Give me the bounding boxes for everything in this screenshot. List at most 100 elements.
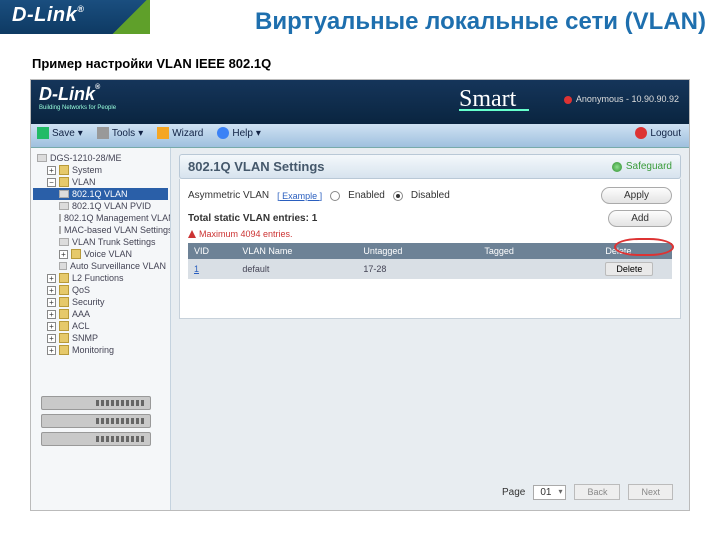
col-delete: Delete — [599, 243, 672, 259]
nav-tree: DGS-1210-28/ME +System −VLAN 802.1Q VLAN… — [31, 148, 171, 510]
vlan-table: VID VLAN Name Untagged Tagged Delete 1 d… — [188, 243, 672, 279]
wrench-icon — [97, 127, 109, 139]
tree-acl[interactable]: +ACL — [33, 320, 168, 332]
safeguard-badge: Safeguard — [612, 161, 672, 172]
page-label: Page — [502, 487, 525, 498]
logout-icon — [635, 127, 647, 139]
apply-button[interactable]: Apply — [601, 187, 672, 204]
menu-logout[interactable]: Logout — [635, 127, 681, 139]
total-entries-label: Total static VLAN entries: 1 — [188, 213, 317, 224]
menu-tools[interactable]: Tools ▾ — [97, 127, 143, 139]
table-row: 1 default 17-28 Delete — [188, 259, 672, 279]
col-vid: VID — [188, 243, 236, 259]
tree-system[interactable]: +System — [33, 164, 168, 176]
panel-header: 802.1Q VLAN Settings Safeguard — [179, 154, 681, 179]
folder-icon — [59, 309, 69, 319]
tree-monitoring[interactable]: +Monitoring — [33, 344, 168, 356]
page-icon — [59, 238, 69, 246]
folder-icon — [71, 249, 81, 259]
menu-help[interactable]: Help ▾ — [217, 127, 261, 139]
folder-icon — [59, 165, 69, 175]
slide-subtitle: Пример настройки VLAN IEEE 802.1Q — [0, 34, 720, 79]
asym-vlan-label: Asymmetric VLAN — [188, 190, 269, 201]
warning-icon — [188, 230, 196, 238]
page-select[interactable]: 01 — [533, 485, 566, 500]
cell-untagged: 17-28 — [357, 259, 478, 279]
expand-icon[interactable]: + — [47, 346, 56, 355]
disabled-label: Disabled — [411, 190, 450, 201]
tree-root[interactable]: DGS-1210-28/ME — [33, 152, 168, 164]
col-untagged: Untagged — [357, 243, 478, 259]
page-icon — [59, 226, 61, 234]
folder-icon — [59, 321, 69, 331]
col-tagged: Tagged — [478, 243, 599, 259]
add-button[interactable]: Add — [608, 210, 672, 227]
pager: Page 01 Back Next — [502, 484, 673, 500]
tree-aaa[interactable]: +AAA — [33, 308, 168, 320]
smart-logo: Smart — [459, 86, 529, 111]
tree-vlan[interactable]: −VLAN — [33, 176, 168, 188]
tree-voice-vlan[interactable]: +Voice VLAN — [33, 248, 168, 260]
tree-8021q-vlan[interactable]: 802.1Q VLAN — [33, 188, 168, 200]
app-header: D-Link® Building Networks for People Sma… — [31, 80, 689, 124]
cell-tagged — [478, 259, 599, 279]
slide-top-band: D-Link® Виртуальные локальные сети (VLAN… — [0, 0, 720, 34]
tree-mac-vlan[interactable]: MAC-based VLAN Settings — [33, 224, 168, 236]
help-icon — [217, 127, 229, 139]
expand-icon[interactable]: + — [47, 322, 56, 331]
folder-icon — [59, 273, 69, 283]
tree-auto-surv[interactable]: Auto Surveillance VLAN — [33, 260, 168, 272]
expand-icon[interactable]: + — [47, 286, 56, 295]
hardware-illustration — [41, 396, 161, 456]
expand-icon[interactable]: + — [47, 274, 56, 283]
page-icon — [59, 214, 61, 222]
folder-icon — [59, 345, 69, 355]
device-icon — [37, 154, 47, 162]
max-entries-note: Maximum 4094 entries. — [188, 229, 672, 239]
folder-icon — [59, 297, 69, 307]
expand-icon[interactable]: + — [47, 310, 56, 319]
menu-save[interactable]: Save ▾ — [37, 127, 83, 139]
folder-icon — [59, 177, 69, 187]
expand-icon[interactable]: + — [47, 166, 56, 175]
cell-vid-link[interactable]: 1 — [188, 259, 236, 279]
radio-enabled[interactable] — [330, 191, 340, 201]
folder-icon — [59, 333, 69, 343]
example-link[interactable]: [ Example ] — [277, 191, 322, 201]
enabled-label: Enabled — [348, 190, 385, 201]
folder-icon — [59, 285, 69, 295]
brand-logo: D-Link® — [12, 4, 84, 27]
next-button[interactable]: Next — [628, 484, 673, 500]
expand-icon[interactable]: + — [47, 298, 56, 307]
menubar: Save ▾ Tools ▾ Wizard Help ▾ L — [31, 124, 689, 148]
delete-button[interactable]: Delete — [605, 262, 653, 276]
app-logo: D-Link® Building Networks for People — [39, 84, 116, 111]
collapse-icon[interactable]: − — [47, 178, 56, 187]
safeguard-icon — [612, 162, 622, 172]
panel-title-text: 802.1Q VLAN Settings — [188, 159, 325, 174]
slide-title: Виртуальные локальные сети (VLAN) — [255, 2, 720, 36]
tree-pvid[interactable]: 802.1Q VLAN PVID — [33, 200, 168, 212]
tree-mgmt-vlan[interactable]: 802.1Q Management VLAN — [33, 212, 168, 224]
tree-snmp[interactable]: +SNMP — [33, 332, 168, 344]
expand-icon[interactable]: + — [47, 334, 56, 343]
tree-security[interactable]: +Security — [33, 296, 168, 308]
tree-l2[interactable]: +L2 Functions — [33, 272, 168, 284]
cell-name: default — [236, 259, 357, 279]
disk-icon — [37, 127, 49, 139]
user-info: Anonymous - 10.90.90.92 — [564, 94, 679, 104]
expand-icon[interactable]: + — [59, 250, 68, 259]
page-icon — [59, 190, 69, 198]
menu-wizard[interactable]: Wizard — [157, 127, 203, 139]
app-window: D-Link® Building Networks for People Sma… — [30, 79, 690, 511]
main-panel: 802.1Q VLAN Settings Safeguard Asymmetri… — [171, 148, 689, 510]
status-dot-icon — [564, 96, 572, 104]
col-name: VLAN Name — [236, 243, 357, 259]
tree-qos[interactable]: +QoS — [33, 284, 168, 296]
back-button[interactable]: Back — [574, 484, 620, 500]
page-icon — [59, 262, 67, 270]
wand-icon — [157, 127, 169, 139]
tree-trunk[interactable]: VLAN Trunk Settings — [33, 236, 168, 248]
radio-disabled[interactable] — [393, 191, 403, 201]
page-icon — [59, 202, 69, 210]
